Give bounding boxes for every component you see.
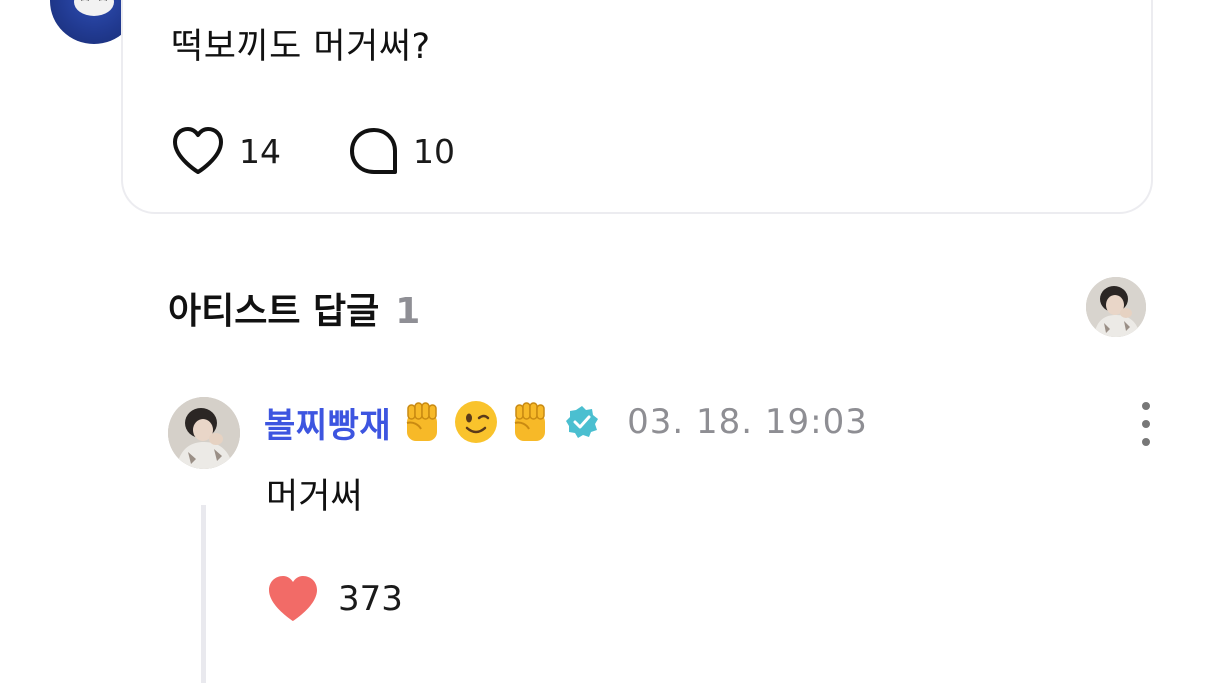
raised-fist-emoji-icon	[514, 402, 546, 441]
reply-timestamp: 03. 18. 19:03	[627, 402, 868, 442]
artist-photo-icon	[168, 397, 240, 469]
post-detail-page: 떡보끼도 머거써? 14 10 아티스트 답글 1 볼찌빵재 03. 18. 1…	[0, 0, 1206, 683]
artist-replies-header: 아티스트 답글 1	[168, 282, 420, 334]
reply-author-name[interactable]: 볼찌빵재	[264, 398, 391, 447]
reply-header: 볼찌빵재 03. 18. 19:03	[264, 396, 868, 448]
winking-face-emoji-icon	[455, 401, 498, 443]
more-dot-icon	[1142, 420, 1150, 428]
post-text: 떡보끼도 머거써?	[171, 27, 431, 67]
heart-outline-icon	[173, 127, 223, 174]
reply-author-avatar[interactable]	[168, 397, 240, 469]
verified-badge-icon	[566, 406, 599, 438]
more-dot-icon	[1142, 438, 1150, 446]
panda-avatar-icon	[74, 0, 114, 16]
artist-replies-title: 아티스트 답글	[168, 291, 380, 332]
speech-bubble-icon	[350, 128, 397, 174]
reply-text: 머거써	[266, 477, 363, 517]
artist-replies-count: 1	[395, 291, 421, 332]
post-like-button[interactable]: 14	[171, 126, 281, 176]
heart-filled-icon	[269, 576, 317, 621]
post-comment-count: 10	[413, 131, 455, 171]
thread-line	[201, 505, 206, 683]
artist-avatar-icon[interactable]	[1086, 277, 1146, 337]
post-comment-button[interactable]: 10	[349, 127, 455, 175]
artist-photo-icon	[1086, 277, 1146, 337]
more-options-button[interactable]	[1130, 402, 1162, 446]
more-dot-icon	[1142, 402, 1150, 410]
post-like-count: 14	[239, 131, 281, 171]
reply-like-button[interactable]: 373	[266, 574, 403, 624]
post-card: 떡보끼도 머거써? 14 10	[121, 0, 1153, 214]
raised-fist-emoji-icon	[406, 402, 438, 441]
reply-like-count: 373	[338, 579, 403, 619]
post-actions: 14 10	[171, 126, 523, 176]
